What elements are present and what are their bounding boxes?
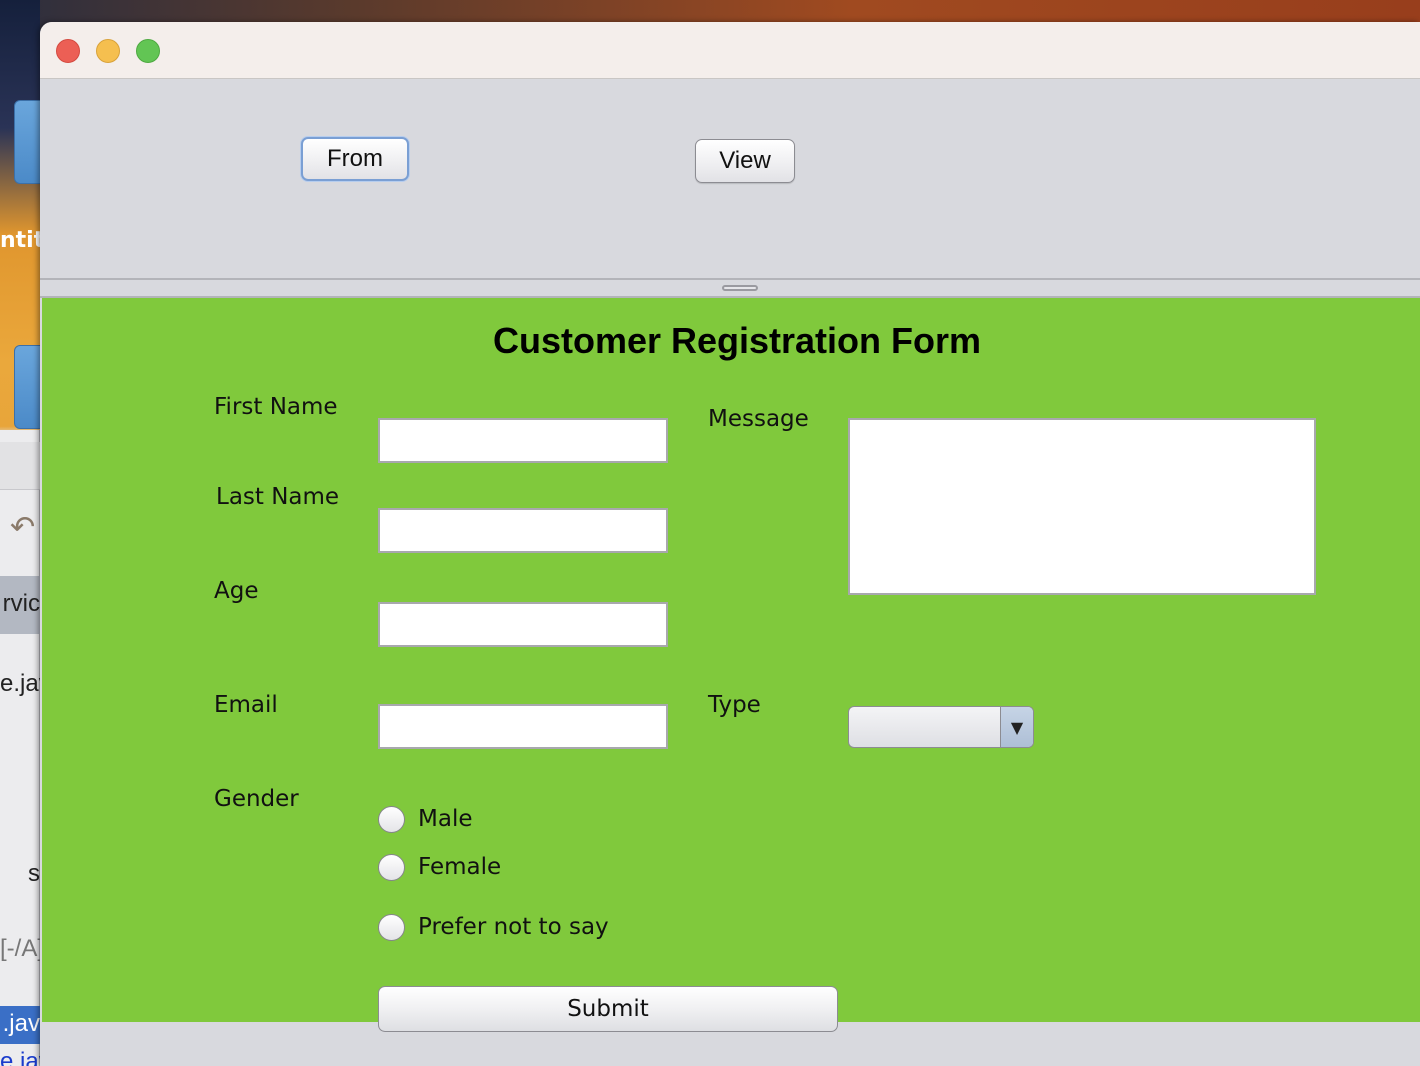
form-title: Customer Registration Form [492,320,982,361]
submit-button[interactable]: Submit [378,986,838,1032]
minimize-window-button[interactable] [96,39,120,63]
background-list-item-selected: .jav [2,1010,40,1037]
last-name-label: Last Name [216,484,340,510]
gender-label: Gender [214,786,299,812]
email-input[interactable] [378,704,668,749]
background-list-item: [-/A] [0,935,40,962]
age-label: Age [214,578,259,604]
split-pane-grip-icon[interactable] [722,285,758,291]
background-list-item: rvic [2,590,40,617]
maximize-window-button[interactable] [136,39,160,63]
gender-female-label[interactable]: Female [418,854,501,880]
message-textarea[interactable] [848,418,1316,595]
background-app-window: ↶ rvic e.jav s [-/A] .jav e.jav [0,430,40,1066]
undo-icon[interactable]: ↶ [10,510,35,545]
message-label: Message [708,406,809,432]
last-name-input[interactable] [378,508,668,553]
background-list-item: e.jav [0,670,40,697]
gender-female-radio[interactable] [378,854,405,881]
split-pane-divider[interactable] [40,278,1420,298]
gender-male-label[interactable]: Male [418,806,472,832]
email-label: Email [214,692,278,718]
gender-male-radio[interactable] [378,806,405,833]
registration-form-panel: Customer Registration Form First Name La… [42,298,1420,1032]
age-input[interactable] [378,602,668,647]
from-button[interactable]: From [301,137,409,181]
dropdown-arrow-icon[interactable]: ▼ [1000,707,1033,747]
type-dropdown[interactable]: ▼ [848,706,1034,748]
view-button[interactable]: View [695,139,795,183]
background-list-item: e.jav [0,1048,40,1066]
gender-prefer-not-label[interactable]: Prefer not to say [418,914,609,940]
gender-prefer-not-radio[interactable] [378,914,405,941]
first-name-label: First Name [214,394,338,420]
title-bar[interactable] [40,22,1420,79]
first-name-input[interactable] [378,418,668,463]
toolbar-panel: From View [40,80,1420,279]
close-window-button[interactable] [56,39,80,63]
background-list-item: s [28,860,40,887]
desktop-folder-label: ntit [0,228,40,253]
app-window: From View Customer Registration Form Fir… [40,22,1420,1066]
type-label: Type [708,692,761,718]
